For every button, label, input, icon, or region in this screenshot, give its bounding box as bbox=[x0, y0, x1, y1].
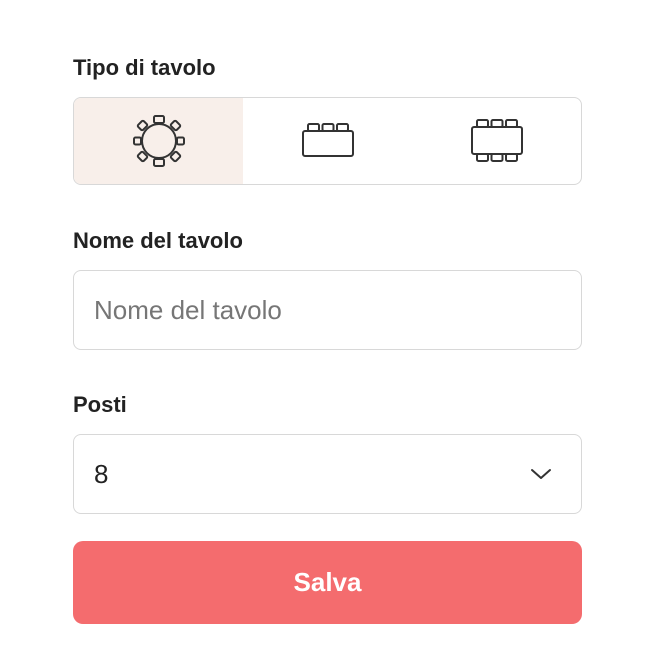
table-name-label: Nome del tavolo bbox=[73, 228, 243, 253]
table-type-selector bbox=[73, 97, 582, 185]
round-table-icon bbox=[132, 114, 186, 168]
seats-select-value: 8 bbox=[94, 458, 109, 489]
table-type-option-rectangular-one-side[interactable] bbox=[243, 98, 412, 184]
table-name-input[interactable] bbox=[73, 270, 582, 350]
seats-select[interactable]: 8 bbox=[73, 434, 582, 514]
table-type-label: Tipo di tavolo bbox=[73, 55, 216, 80]
rectangular-table-one-side-icon bbox=[301, 121, 355, 161]
seats-label: Posti bbox=[73, 392, 127, 417]
chevron-down-icon bbox=[529, 462, 553, 486]
rectangular-table-two-sides-icon bbox=[470, 118, 524, 164]
table-type-option-rectangular-two-sides[interactable] bbox=[412, 98, 581, 184]
table-type-option-round[interactable] bbox=[74, 98, 243, 184]
save-button[interactable]: Salva bbox=[73, 541, 582, 624]
